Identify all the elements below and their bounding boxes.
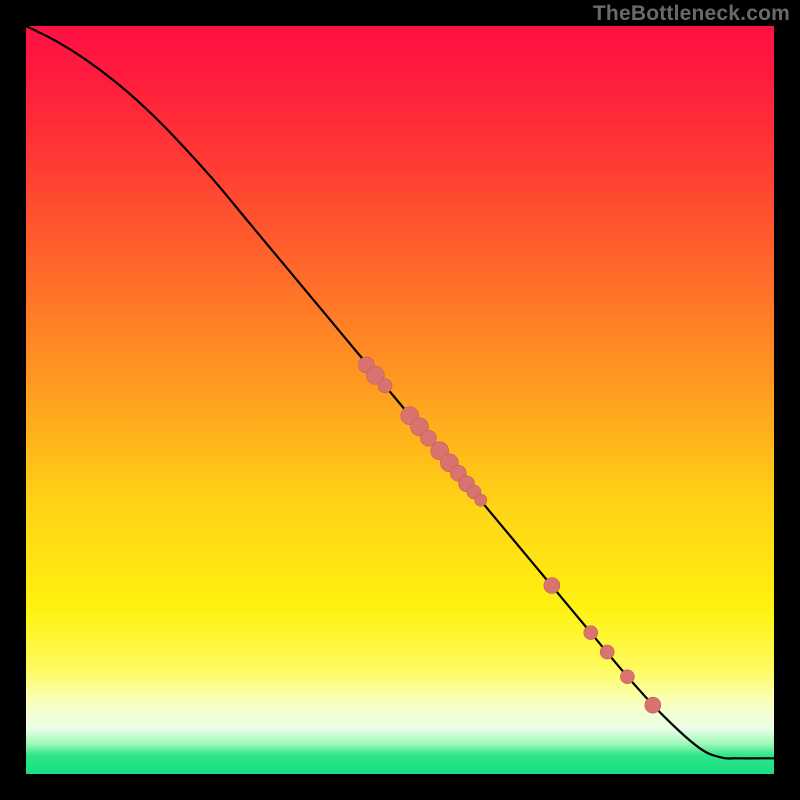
- scatter-point: [645, 697, 661, 713]
- scatter-point: [544, 578, 560, 594]
- chart-stage: TheBottleneck.com: [0, 0, 800, 800]
- watermark-text: TheBottleneck.com: [593, 2, 790, 26]
- scatter-point: [475, 494, 487, 506]
- scatter-point: [378, 379, 392, 393]
- line-series-curve: [26, 26, 774, 759]
- scatter-point: [584, 626, 598, 640]
- scatter-point: [600, 645, 614, 659]
- chart-overlay-svg: [26, 26, 774, 774]
- scatter-point: [620, 670, 634, 684]
- plot-area: [26, 26, 774, 774]
